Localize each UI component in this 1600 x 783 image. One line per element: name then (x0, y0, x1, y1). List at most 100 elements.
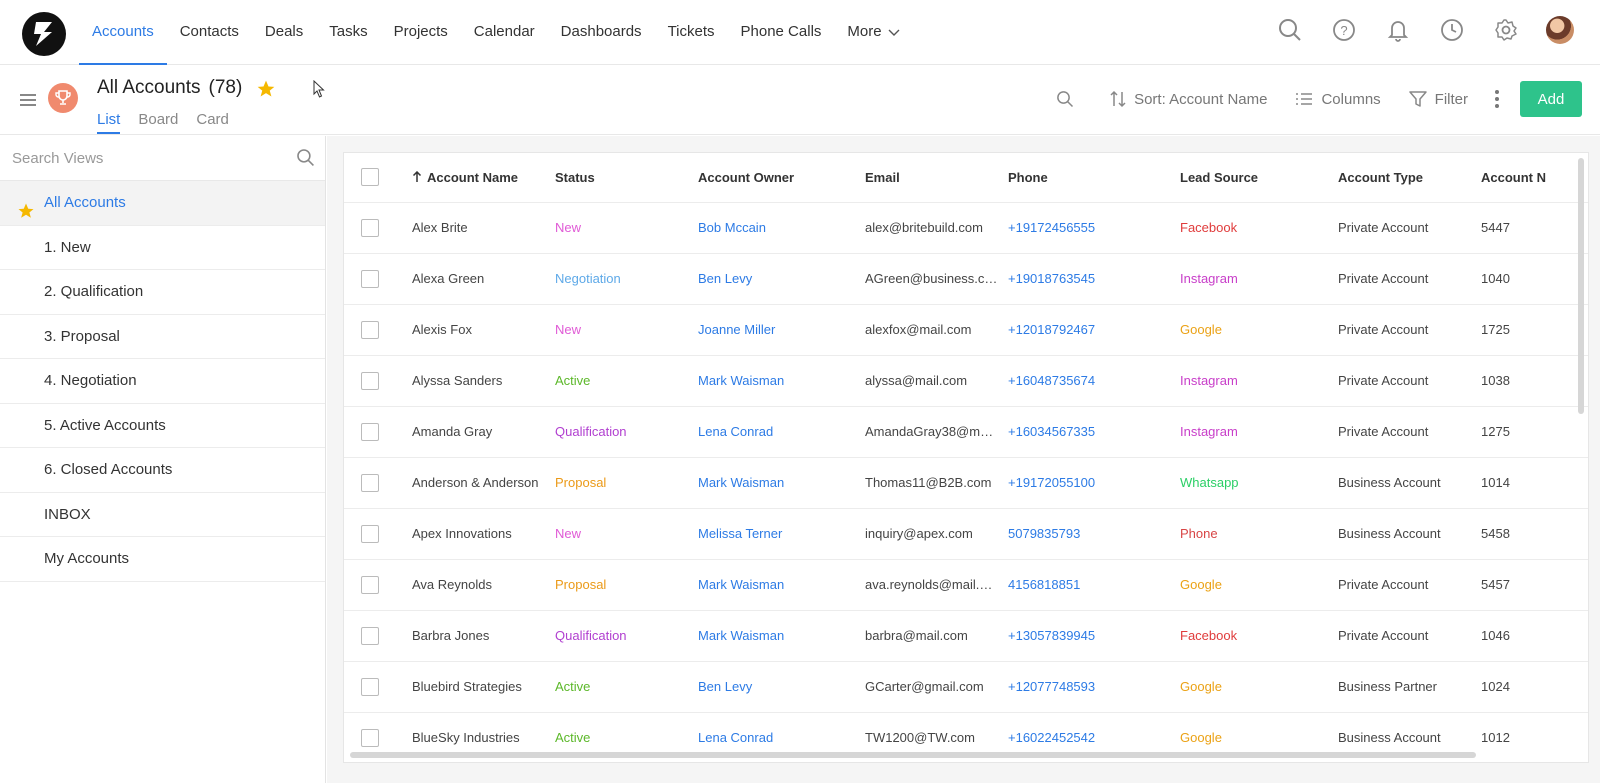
search-views-icon[interactable] (296, 148, 315, 172)
phone-cell[interactable]: +19172055100 (1008, 457, 1180, 509)
app-logo[interactable] (22, 12, 66, 56)
select-all-checkbox[interactable] (361, 168, 379, 187)
more-options-icon[interactable] (1494, 89, 1500, 110)
nav-item-label: Dashboards (560, 23, 642, 40)
table-row[interactable]: Anderson & Anderson Proposal Mark Waisman T… (344, 457, 1588, 509)
nav-item-more[interactable]: More (834, 0, 912, 65)
phone-cell[interactable]: +12077748593 (1008, 661, 1180, 713)
row-checkbox[interactable] (361, 677, 379, 696)
phone-cell[interactable]: +12018792467 (1008, 304, 1180, 356)
nav-item-projects[interactable]: Projects (381, 0, 461, 65)
sidebar-view-item[interactable]: My Accounts (0, 537, 325, 582)
account-owner-cell[interactable]: Mark Waisman (698, 559, 865, 611)
sidebar-view-item[interactable]: All Accounts (0, 181, 325, 226)
row-checkbox[interactable] (361, 626, 379, 645)
sidebar-view-item[interactable]: 6. Closed Accounts (0, 448, 325, 493)
account-owner-cell[interactable]: Lena Conrad (698, 406, 865, 458)
sort-button[interactable]: Sort: Account Name (1110, 90, 1267, 108)
column-header[interactable]: Phone (1008, 153, 1180, 203)
clock-icon[interactable] (1438, 16, 1466, 44)
nav-item-contacts[interactable]: Contacts (167, 0, 252, 65)
tab-card[interactable]: Card (196, 111, 229, 134)
row-checkbox[interactable] (361, 473, 379, 492)
add-button[interactable]: Add (1520, 81, 1582, 117)
sidebar-view-item[interactable]: 4. Negotiation (0, 359, 325, 404)
account-number-cell: 1275 (1481, 406, 1588, 458)
select-all-cell (344, 153, 412, 203)
sidebar-view-label: INBOX (44, 505, 91, 523)
search-icon[interactable] (1276, 16, 1304, 44)
phone-cell[interactable]: +16034567335 (1008, 406, 1180, 458)
phone-cell[interactable]: +13057839945 (1008, 610, 1180, 662)
phone-cell[interactable]: 5079835793 (1008, 508, 1180, 560)
avatar[interactable] (1546, 16, 1574, 44)
column-header[interactable]: Account N (1481, 153, 1588, 203)
nav-item-label: Contacts (179, 23, 239, 40)
sidebar-view-item[interactable]: INBOX (0, 493, 325, 537)
help-icon[interactable]: ? (1330, 16, 1358, 44)
search-views-input[interactable] (0, 136, 270, 180)
table-row[interactable]: Amanda Gray Qualification Lena Conrad Amand… (344, 406, 1588, 458)
table-row[interactable]: Alyssa Sanders Active Mark Waisman alyssa@m… (344, 355, 1588, 407)
account-owner-cell[interactable]: Mark Waisman (698, 610, 865, 662)
phone-cell[interactable]: 4156818851 (1008, 559, 1180, 611)
tab-board[interactable]: Board (138, 111, 178, 134)
sidebar-view-item[interactable]: 2. Qualification (0, 270, 325, 315)
menu-icon[interactable] (20, 94, 36, 106)
table-row[interactable]: Alexa Green Negotiation Ben Levy AGreen@bus… (344, 253, 1588, 305)
sidebar-view-label: My Accounts (44, 550, 130, 567)
nav-item-dashboards[interactable]: Dashboards (548, 0, 655, 65)
bell-icon[interactable] (1384, 16, 1412, 44)
filter-button[interactable]: Filter (1408, 90, 1468, 108)
table-row[interactable]: Barbra Jones Qualification Mark Waisman bar… (344, 610, 1588, 662)
table-row[interactable]: Ava Reynolds Proposal Mark Waisman ava.reyn… (344, 559, 1588, 611)
account-owner-cell[interactable]: Melissa Terner (698, 508, 865, 560)
column-header[interactable]: Email (865, 153, 1008, 203)
horizontal-scrollbar[interactable] (350, 752, 1476, 758)
account-owner-cell[interactable]: Mark Waisman (698, 355, 865, 407)
column-header[interactable]: Account Name (412, 153, 555, 203)
row-checkbox[interactable] (361, 320, 379, 339)
phone-cell[interactable]: +19172456555 (1008, 202, 1180, 254)
phone-cell[interactable]: +16048735674 (1008, 355, 1180, 407)
gear-icon[interactable] (1492, 16, 1520, 44)
email-cell: alexfox@mail.com (865, 304, 1008, 356)
table-row[interactable]: Alexis Fox New Joanne Miller alexfox@mail.c… (344, 304, 1588, 356)
account-owner-cell[interactable]: Mark Waisman (698, 457, 865, 509)
row-checkbox[interactable] (361, 269, 379, 288)
account-owner-cell[interactable]: Ben Levy (698, 661, 865, 713)
sidebar-view-item[interactable]: 5. Active Accounts (0, 404, 325, 448)
row-checkbox[interactable] (361, 575, 379, 594)
row-checkbox[interactable] (361, 524, 379, 543)
table-row[interactable]: Alex Brite New Bob Mccain alex@britebuild.c… (344, 202, 1588, 254)
favorite-star-icon[interactable] (256, 79, 276, 104)
sidebar-view-item[interactable]: 1. New (0, 226, 325, 270)
nav-item-tasks[interactable]: Tasks (316, 0, 380, 65)
sidebar-view-item[interactable]: 3. Proposal (0, 315, 325, 359)
phone-cell[interactable]: +19018763545 (1008, 253, 1180, 305)
list-search-icon[interactable] (1056, 90, 1082, 108)
nav-item-calendar[interactable]: Calendar (461, 0, 548, 65)
columns-button[interactable]: Columns (1295, 91, 1381, 108)
account-type-cell: Private Account (1338, 202, 1481, 254)
row-checkbox[interactable] (361, 371, 379, 390)
tab-list[interactable]: List (97, 111, 121, 134)
account-owner-cell[interactable]: Bob Mccain (698, 202, 865, 254)
nav-item-tickets[interactable]: Tickets (655, 0, 728, 65)
vertical-scrollbar[interactable] (1578, 158, 1584, 414)
nav-item-accounts[interactable]: Accounts (79, 0, 167, 65)
row-checkbox[interactable] (361, 728, 379, 747)
nav-item-deals[interactable]: Deals (252, 0, 316, 65)
column-header[interactable]: Status (555, 153, 698, 203)
column-header[interactable]: Account Owner (698, 153, 865, 203)
column-header[interactable]: Lead Source (1180, 153, 1338, 203)
row-checkbox[interactable] (361, 218, 379, 237)
nav-item-phone-calls[interactable]: Phone Calls (728, 0, 835, 65)
account-owner-cell[interactable]: Joanne Miller (698, 304, 865, 356)
account-owner-cell[interactable]: Ben Levy (698, 253, 865, 305)
table-row[interactable]: Apex Innovations New Melissa Terner inquiry… (344, 508, 1588, 560)
column-header[interactable]: Account Type (1338, 153, 1481, 203)
account-number-cell: 1040 (1481, 253, 1588, 305)
table-row[interactable]: Bluebird Strategies Active Ben Levy GCarter… (344, 661, 1588, 713)
row-checkbox[interactable] (361, 422, 379, 441)
